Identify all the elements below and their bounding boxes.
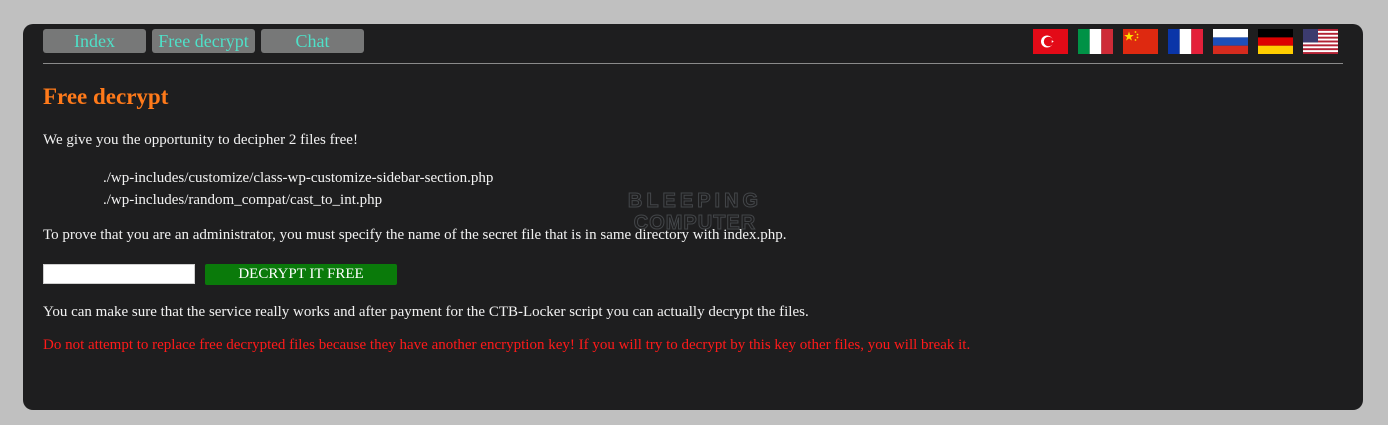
page-title: Free decrypt — [43, 84, 169, 109]
usa-flag-icon[interactable] — [1303, 29, 1338, 54]
free-file-item: ./wp-includes/customize/class-wp-customi… — [103, 170, 494, 186]
germany-flag-icon[interactable] — [1258, 29, 1293, 54]
nav-free-decrypt-button[interactable]: Free decrypt — [152, 29, 255, 53]
language-selector — [1033, 29, 1338, 54]
bleepingcomputer-watermark: BLEEPING COMPUTER — [627, 190, 762, 233]
russia-flag-icon[interactable] — [1213, 29, 1248, 54]
decrypt-free-button[interactable]: DECRYPT IT FREE — [205, 264, 397, 285]
svg-text:BLEEPING: BLEEPING — [628, 190, 762, 212]
svg-text:COMPUTER: COMPUTER — [634, 212, 756, 232]
nav-chat-button[interactable]: Chat — [261, 29, 364, 53]
china-flag-icon[interactable] — [1123, 29, 1158, 54]
france-flag-icon[interactable] — [1168, 29, 1203, 54]
free-file-item: ./wp-includes/random_compat/cast_to_int.… — [103, 192, 383, 208]
warning-text: Do not attempt to replace free decrypted… — [43, 337, 971, 353]
free-file-list: ./wp-includes/customize/class-wp-customi… — [103, 167, 493, 211]
italy-flag-icon[interactable] — [1078, 29, 1113, 54]
header-divider — [43, 63, 1343, 64]
main-panel: Index Free decrypt Chat Free decrypt We … — [23, 24, 1363, 410]
secret-file-input[interactable] — [43, 264, 195, 284]
intro-text: We give you the opportunity to decipher … — [43, 132, 358, 148]
nav-index-button[interactable]: Index — [43, 29, 146, 53]
nav-bar: Index Free decrypt Chat — [43, 29, 364, 53]
assurance-text: You can make sure that the service reall… — [43, 304, 809, 320]
turkey-flag-icon[interactable] — [1033, 29, 1068, 54]
